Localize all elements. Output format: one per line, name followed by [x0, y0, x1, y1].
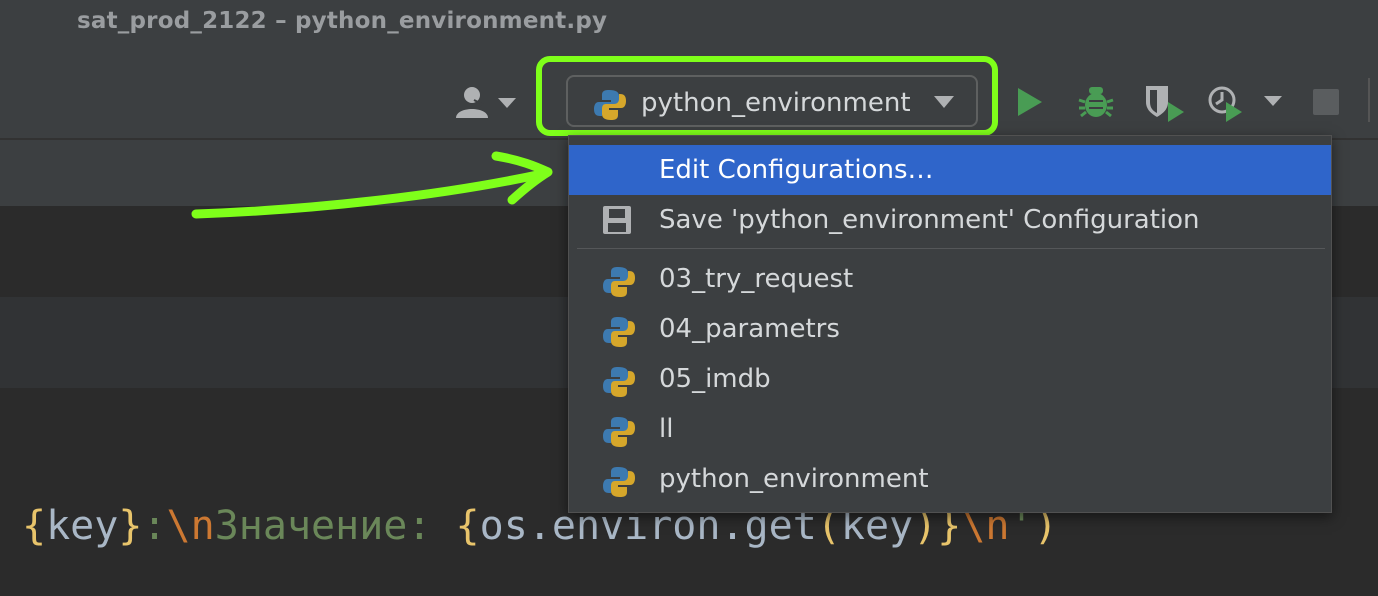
- debug-icon: [1078, 87, 1114, 118]
- window-title: sat_prod_2122 – python_environment.py: [77, 8, 608, 34]
- profile-icon: [1208, 86, 1282, 122]
- code-token: }: [118, 503, 143, 549]
- save-icon: [601, 205, 633, 239]
- menu-item-save-configuration[interactable]: Save 'python_environment' Configuration: [569, 195, 1331, 245]
- menu-separator: [577, 248, 1325, 249]
- python-icon: [601, 314, 637, 354]
- run-button[interactable]: [1014, 84, 1046, 124]
- coverage-button[interactable]: [1142, 82, 1186, 126]
- vcs-user-button[interactable]: [452, 86, 518, 120]
- python-icon: [601, 464, 637, 504]
- menu-item-05-imdb[interactable]: 05_imdb: [569, 354, 1331, 404]
- menu-item-label: ll: [659, 414, 674, 444]
- stop-icon: [1313, 89, 1339, 115]
- python-icon: [601, 364, 637, 404]
- profile-button[interactable]: [1206, 82, 1286, 126]
- chevron-down-icon: [498, 98, 516, 108]
- code-token: \n: [166, 503, 215, 549]
- code-token: {: [455, 503, 480, 549]
- menu-item-label: 05_imdb: [659, 364, 771, 394]
- menu-item-label: Edit Configurations…: [659, 155, 934, 185]
- title-bar: sat_prod_2122 – python_environment.py: [0, 0, 1378, 52]
- code-token: {: [22, 503, 47, 549]
- menu-item-python-environment[interactable]: python_environment: [569, 454, 1331, 504]
- menu-item-04-parametrs[interactable]: 04_parametrs: [569, 304, 1331, 354]
- run-icon: [1018, 88, 1042, 116]
- python-icon: [601, 414, 637, 454]
- menu-item-03-try-request[interactable]: 03_try_request: [569, 254, 1331, 304]
- menu-item-edit-configurations[interactable]: Edit Configurations…: [569, 145, 1331, 195]
- code-token: :: [142, 503, 167, 549]
- coverage-icon: [1146, 86, 1184, 122]
- menu-item-label: 03_try_request: [659, 264, 854, 294]
- debug-button[interactable]: [1077, 84, 1115, 124]
- user-icon: [456, 87, 516, 118]
- code-token: key: [46, 503, 119, 549]
- toolbar-separator: [1368, 78, 1370, 122]
- menu-item-label: python_environment: [659, 464, 929, 494]
- stop-button[interactable]: [1313, 89, 1339, 119]
- arrow-annotation: [190, 148, 570, 232]
- menu-item-label: Save 'python_environment' Configuration: [659, 205, 1200, 235]
- menu-item-label: 04_parametrs: [659, 314, 840, 344]
- python-icon: [601, 264, 637, 304]
- highlight-annotation: [536, 56, 998, 136]
- menu-item-ll[interactable]: ll: [569, 404, 1331, 454]
- run-configurations-menu: Edit Configurations… Save 'python_enviro…: [568, 135, 1332, 513]
- code-token: Значение:: [214, 503, 456, 549]
